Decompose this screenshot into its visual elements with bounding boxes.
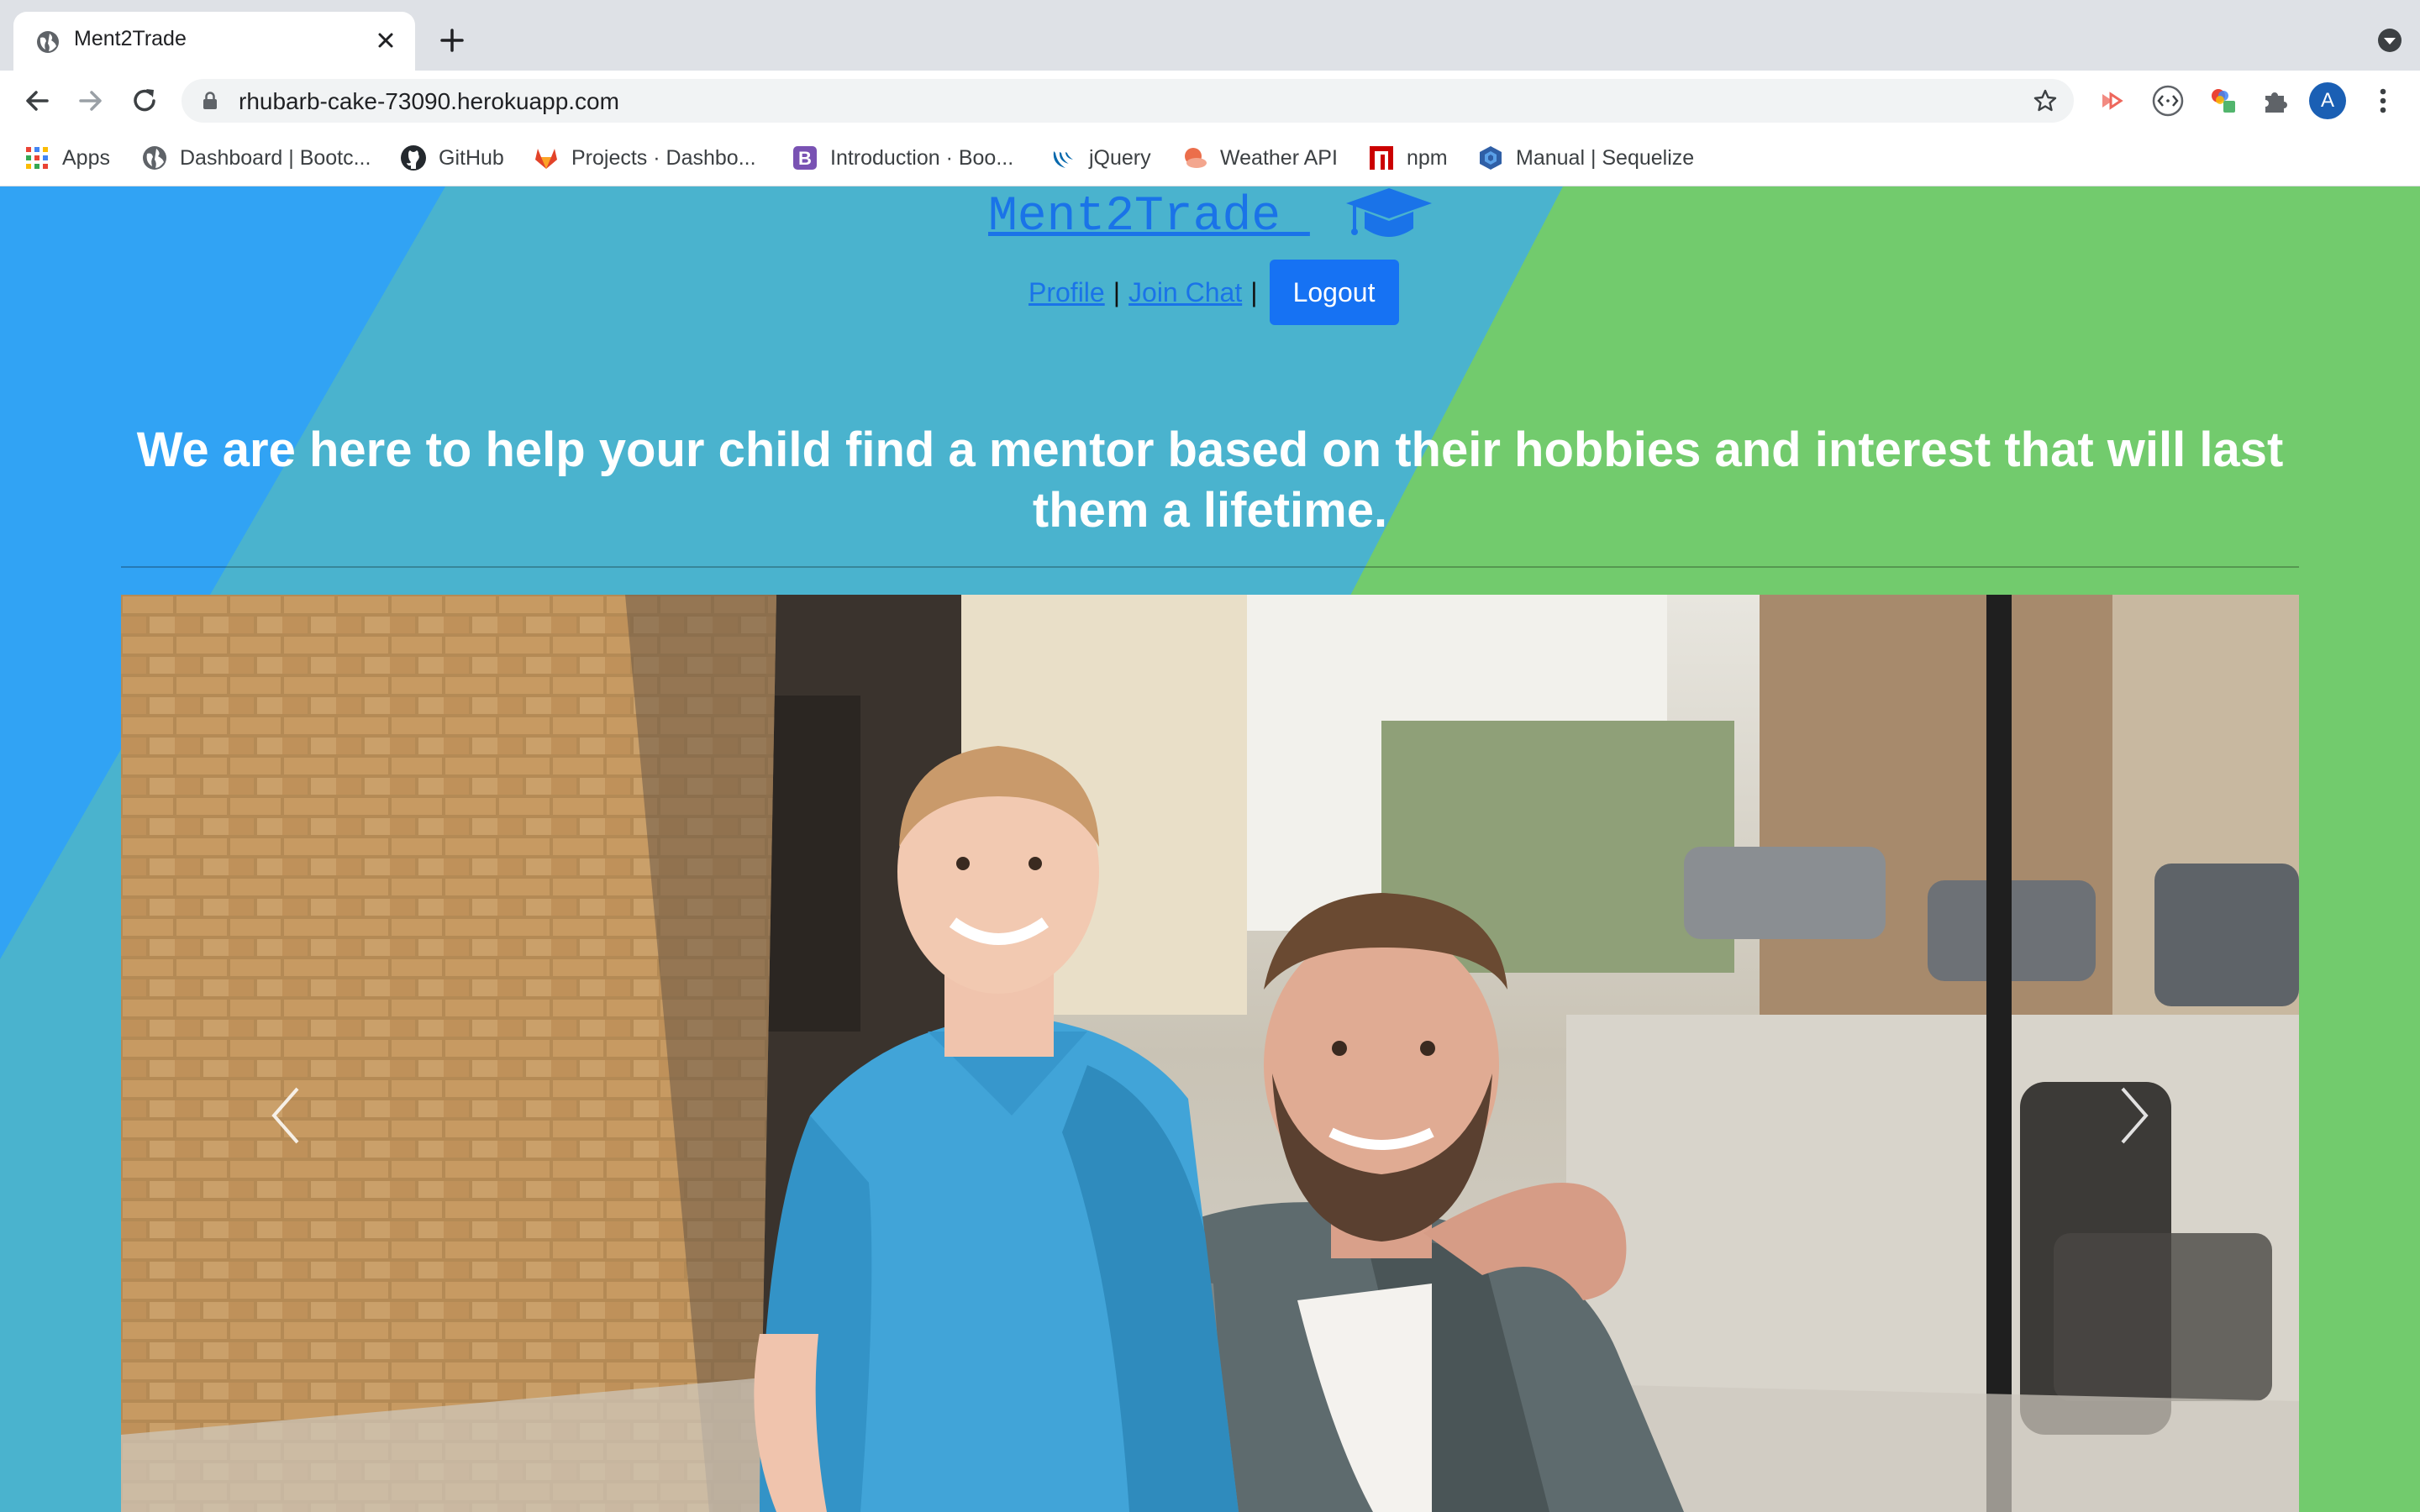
github-icon — [401, 145, 426, 171]
new-tab-plus-icon[interactable] — [435, 24, 469, 57]
browser-menu-icon[interactable] — [2368, 82, 2398, 119]
bookmark-dashboard[interactable]: Dashboard | Bootc... — [141, 143, 371, 173]
weather-icon — [1185, 148, 1207, 168]
chevron-right-icon[interactable] — [2112, 1082, 2154, 1149]
apps-grid-icon — [26, 147, 48, 169]
npm-icon — [1370, 146, 1393, 170]
site-logo-link[interactable]: Ment2Trade — [988, 190, 1310, 244]
bookmark-apps[interactable]: Apps — [24, 143, 110, 173]
globe-icon — [143, 146, 166, 170]
bookmark-label: Projects · Dashbo... — [571, 145, 756, 170]
extension-code-icon[interactable] — [2151, 84, 2185, 118]
globe-icon — [37, 31, 59, 53]
reload-icon[interactable] — [126, 82, 163, 119]
join-chat-link[interactable]: Join Chat — [1128, 277, 1242, 308]
extension-color-icon[interactable] — [2207, 84, 2240, 118]
chevron-left-icon[interactable] — [266, 1082, 308, 1149]
url-text[interactable]: rhubarb-cake-73090.herokuapp.com — [239, 88, 619, 115]
mentor-and-boy-photo — [121, 595, 2299, 1512]
address-bar[interactable]: rhubarb-cake-73090.herokuapp.com — [182, 79, 2074, 123]
extensions-puzzle-icon[interactable] — [2259, 84, 2292, 118]
bookmark-jquery[interactable]: jQuery — [1050, 143, 1151, 173]
bookmark-label: Introduction · Boo... — [830, 145, 1014, 170]
tab-title: Ment2Trade — [74, 27, 187, 50]
bookmark-label: Dashboard | Bootc... — [180, 145, 371, 170]
sequelize-icon — [1480, 146, 1502, 170]
tab-search-chevron-icon[interactable] — [2375, 25, 2405, 55]
bookmarks-bar: Apps Dashboard | Bootc... GitHub Project… — [0, 131, 2420, 186]
bookmark-npm[interactable]: npm — [1368, 143, 1448, 173]
nav-separator: | — [1113, 276, 1121, 307]
svg-text:B: B — [798, 148, 812, 169]
bookmark-sequelize[interactable]: Manual | Sequelize — [1477, 143, 1694, 173]
extension-cast-icon[interactable] — [2096, 84, 2129, 118]
main-nav: Profile | Join Chat | Logout — [1028, 259, 1399, 326]
web-page: Ment2Trade Profile | Join Chat | Logout … — [0, 186, 2420, 1512]
profile-avatar[interactable]: A — [2309, 82, 2346, 119]
back-arrow-icon[interactable] — [18, 82, 55, 119]
gitlab-icon — [535, 149, 557, 169]
logout-button[interactable]: Logout — [1269, 260, 1399, 325]
image-carousel[interactable] — [121, 595, 2299, 1512]
bookmark-label: GitHub — [439, 145, 504, 170]
lock-icon[interactable] — [200, 91, 220, 111]
bookmark-star-icon[interactable] — [2032, 87, 2059, 114]
bookmark-gitlab[interactable]: Projects · Dashbo... — [533, 143, 756, 173]
bookmark-label: Apps — [62, 145, 110, 170]
browser-tab-strip: Ment2Trade — [0, 0, 2420, 71]
bookmark-label: Manual | Sequelize — [1516, 145, 1695, 170]
bookmark-github[interactable]: GitHub — [400, 143, 504, 173]
profile-link[interactable]: Profile — [1028, 277, 1105, 308]
bookmark-label: jQuery — [1089, 145, 1151, 170]
divider — [121, 566, 2299, 568]
graduation-cap-icon — [1346, 188, 1432, 237]
bookmark-weather-api[interactable]: Weather API — [1181, 143, 1338, 173]
bookmark-label: npm — [1407, 145, 1448, 170]
forward-arrow-icon[interactable] — [72, 82, 109, 119]
bootstrap-icon: B — [793, 146, 817, 170]
nav-separator: | — [1250, 276, 1258, 307]
close-icon[interactable] — [370, 24, 402, 56]
jquery-icon — [1053, 151, 1073, 168]
hero-headline: We are here to help your child find a me… — [136, 423, 2284, 538]
browser-tab[interactable]: Ment2Trade — [13, 12, 415, 71]
bookmark-label: Weather API — [1220, 145, 1338, 170]
bookmark-bootstrap[interactable]: B Introduction · Boo... — [792, 143, 1013, 173]
browser-toolbar: rhubarb-cake-73090.herokuapp.com A — [0, 71, 2420, 131]
